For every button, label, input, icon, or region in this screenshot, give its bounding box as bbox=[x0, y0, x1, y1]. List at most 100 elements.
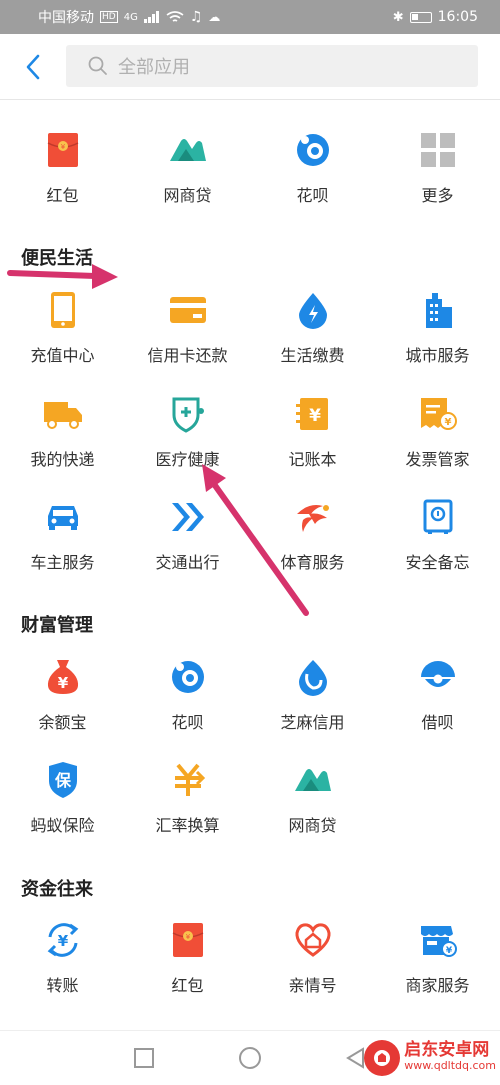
back-button[interactable] bbox=[18, 50, 48, 84]
app-ant-insurance[interactable]: 保 蚂蚁保险 bbox=[0, 760, 125, 836]
watermark-url: www.qdltdq.com bbox=[404, 1059, 496, 1072]
watermark: 启东安卓网 www.qdltdq.com bbox=[364, 1040, 496, 1076]
app-label: 医疗健康 bbox=[155, 450, 220, 469]
app-credit-card[interactable]: 信用卡还款 bbox=[125, 290, 250, 366]
app-header: 全部应用 bbox=[0, 34, 500, 100]
svg-text:¥: ¥ bbox=[57, 674, 68, 692]
top-apps-row: ¥ 红包 网商贷 花呗 更多 bbox=[0, 130, 500, 206]
app-label: 花呗 bbox=[296, 186, 329, 205]
search-placeholder: 全部应用 bbox=[118, 57, 190, 78]
recent-apps-button[interactable] bbox=[131, 1045, 157, 1071]
app-huabei-2[interactable]: 花呗 bbox=[125, 657, 250, 733]
svg-text:¥: ¥ bbox=[444, 417, 451, 428]
mybank-loan-icon bbox=[168, 130, 208, 170]
section-title-convenience: 便民生活 bbox=[21, 248, 93, 269]
wifi-icon bbox=[166, 10, 184, 22]
huabei-icon bbox=[293, 130, 333, 170]
app-label: 花呗 bbox=[171, 713, 204, 732]
sesame-credit-icon bbox=[293, 657, 333, 697]
money-bag-icon: ¥ bbox=[43, 657, 83, 697]
home-button[interactable] bbox=[237, 1045, 263, 1071]
svg-text:保: 保 bbox=[53, 771, 71, 790]
app-transfer[interactable]: ¥ 转账 bbox=[0, 920, 125, 996]
notification-icon: ☁ bbox=[208, 10, 221, 24]
family-heart-icon bbox=[293, 920, 333, 960]
red-envelope-icon: ¥ bbox=[43, 130, 83, 170]
app-express[interactable]: 我的快递 bbox=[0, 394, 125, 470]
app-jiebei[interactable]: 借呗 bbox=[375, 657, 500, 733]
battery-icon bbox=[409, 11, 432, 23]
wealth-row-2: 保 蚂蚁保险 汇率换算 网商贷 bbox=[0, 760, 500, 836]
convenience-row-2: 我的快递 医疗健康 ¥ 记账本 ¥ 发票管家 bbox=[0, 394, 500, 470]
credit-card-icon bbox=[168, 290, 208, 330]
jiebei-icon bbox=[418, 657, 458, 697]
app-phone-recharge[interactable]: 充值中心 bbox=[0, 290, 125, 366]
status-bar: 中国移动 HD 4G ♫ ☁ ✱ 16:05 bbox=[0, 0, 500, 34]
app-exchange-rate[interactable]: 汇率换算 bbox=[125, 760, 250, 836]
app-yuebao[interactable]: ¥ 余额宝 bbox=[0, 657, 125, 733]
safe-box-icon bbox=[418, 497, 458, 537]
utility-drop-icon bbox=[293, 290, 333, 330]
music-note-icon: ♫ bbox=[189, 9, 203, 25]
app-safe-memo[interactable]: 安全备忘 bbox=[375, 497, 500, 573]
app-car-service[interactable]: 车主服务 bbox=[0, 497, 125, 573]
carrier-name: 中国移动 bbox=[38, 10, 94, 26]
svg-text:¥: ¥ bbox=[60, 143, 65, 151]
double-chevron-icon bbox=[168, 497, 208, 537]
app-label: 借呗 bbox=[421, 713, 454, 732]
app-medical-health[interactable]: 医疗健康 bbox=[125, 394, 250, 470]
watermark-logo-icon bbox=[364, 1040, 401, 1076]
svg-text:¥: ¥ bbox=[185, 933, 190, 941]
app-label: 生活缴费 bbox=[280, 346, 345, 365]
app-label: 红包 bbox=[46, 186, 79, 205]
square-icon bbox=[134, 1048, 154, 1068]
app-sesame-credit[interactable]: 芝麻信用 bbox=[250, 657, 375, 733]
grid-more-icon bbox=[418, 130, 458, 170]
huabei-icon bbox=[168, 657, 208, 697]
app-ledger[interactable]: ¥ 记账本 bbox=[250, 394, 375, 470]
watermark-title: 启东安卓网 bbox=[404, 1040, 490, 1060]
app-label: 充值中心 bbox=[30, 346, 95, 365]
app-label: 体育服务 bbox=[280, 553, 345, 572]
app-label: 信用卡还款 bbox=[147, 346, 228, 365]
app-more[interactable]: 更多 bbox=[375, 130, 500, 206]
app-mybank-loan-2[interactable]: 网商贷 bbox=[250, 760, 375, 836]
app-label: 交通出行 bbox=[155, 553, 220, 572]
chevron-left-icon bbox=[26, 54, 40, 80]
search-icon bbox=[88, 56, 108, 76]
app-city-service[interactable]: 城市服务 bbox=[375, 290, 500, 366]
svg-text:¥: ¥ bbox=[445, 946, 452, 956]
app-mybank-loan[interactable]: 网商贷 bbox=[125, 130, 250, 206]
search-bar[interactable]: 全部应用 bbox=[66, 45, 478, 87]
phone-recharge-icon bbox=[43, 290, 83, 330]
app-label: 发票管家 bbox=[405, 450, 470, 469]
mybank-loan-icon bbox=[293, 760, 333, 800]
app-huabei[interactable]: 花呗 bbox=[250, 130, 375, 206]
app-utility[interactable]: 生活缴费 bbox=[250, 290, 375, 366]
app-red-envelope[interactable]: ¥ 红包 bbox=[0, 130, 125, 206]
app-label: 城市服务 bbox=[405, 346, 470, 365]
funds-row-1: ¥ 转账 ¥ 红包 亲情号 ¥ 商家服务 bbox=[0, 920, 500, 996]
exchange-rate-icon bbox=[168, 760, 208, 800]
app-sports[interactable]: 体育服务 bbox=[250, 497, 375, 573]
car-icon bbox=[43, 497, 83, 537]
app-label: 商家服务 bbox=[405, 976, 470, 995]
app-label: 更多 bbox=[421, 186, 454, 205]
app-label: 转账 bbox=[46, 976, 79, 995]
app-family-number[interactable]: 亲情号 bbox=[250, 920, 375, 996]
hd-badge: HD bbox=[100, 11, 118, 23]
app-label: 汇率换算 bbox=[155, 816, 220, 835]
bluetooth-icon: ✱ bbox=[392, 9, 404, 25]
delivery-truck-icon bbox=[43, 394, 83, 434]
invoice-icon: ¥ bbox=[418, 394, 458, 434]
app-red-envelope-2[interactable]: ¥ 红包 bbox=[125, 920, 250, 996]
circle-icon bbox=[239, 1047, 261, 1069]
app-label: 芝麻信用 bbox=[280, 713, 345, 732]
app-merchant-service[interactable]: ¥ 商家服务 bbox=[375, 920, 500, 996]
transfer-icon: ¥ bbox=[43, 920, 83, 960]
app-invoice[interactable]: ¥ 发票管家 bbox=[375, 394, 500, 470]
app-traffic[interactable]: 交通出行 bbox=[125, 497, 250, 573]
section-title-wealth: 财富管理 bbox=[21, 615, 93, 636]
section-title-funds: 资金往来 bbox=[21, 879, 93, 900]
app-label: 亲情号 bbox=[288, 976, 337, 995]
